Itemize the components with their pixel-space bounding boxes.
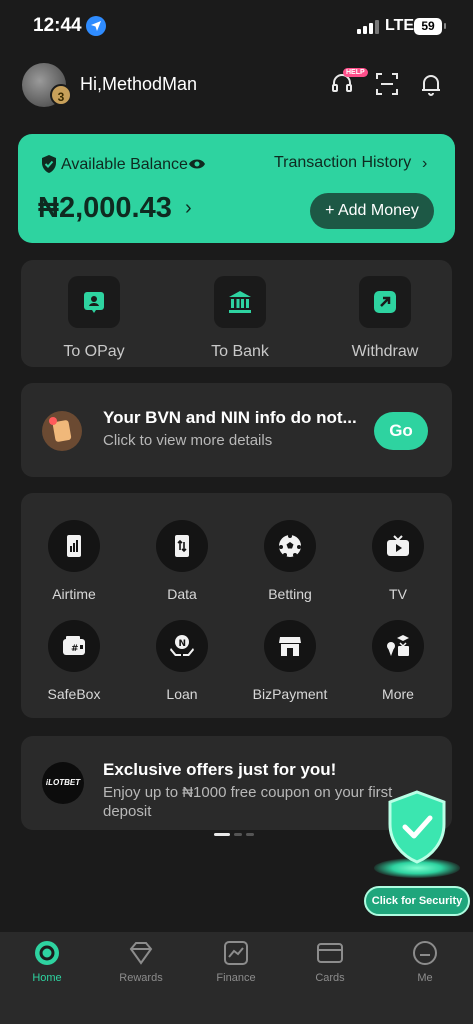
nav-label: Rewards xyxy=(119,972,163,984)
go-button[interactable]: Go xyxy=(374,412,428,450)
finance-chart-icon xyxy=(223,940,249,966)
location-arrow-icon xyxy=(86,16,106,36)
balance-amount[interactable]: ₦2,000.43 xyxy=(38,192,172,225)
more-icon xyxy=(372,620,424,672)
add-money-button[interactable]: + Add Money xyxy=(310,193,434,229)
transfer-label: To Bank xyxy=(211,343,269,360)
id-card-icon xyxy=(42,411,82,451)
nav-label: Cards xyxy=(315,972,345,984)
service-airtime[interactable]: Airtime xyxy=(24,520,124,602)
available-balance-label: Available Balance xyxy=(61,156,188,173)
transfer-panel: To OPay To Bank Withdraw xyxy=(21,260,452,367)
service-more[interactable]: More xyxy=(348,620,448,702)
bell-icon[interactable] xyxy=(420,72,442,96)
wallet-icon: # xyxy=(48,620,100,672)
battery-icon: 59 xyxy=(414,18,446,35)
carousel-dots xyxy=(214,823,258,841)
service-tv[interactable]: TV xyxy=(348,520,448,602)
eye-icon[interactable] xyxy=(188,157,206,171)
scan-icon[interactable] xyxy=(376,73,398,95)
help-badge: HELP xyxy=(343,68,368,77)
security-badge[interactable]: Click for Security xyxy=(364,790,470,918)
football-icon xyxy=(264,520,316,572)
service-label: More xyxy=(382,686,414,702)
service-label: Betting xyxy=(268,586,312,602)
svg-text:#: # xyxy=(71,644,79,654)
nav-label: Finance xyxy=(216,972,256,984)
nav-me[interactable]: Me xyxy=(390,940,460,984)
shield-check-icon xyxy=(40,154,58,174)
service-betting[interactable]: Betting xyxy=(240,520,340,602)
service-label: Loan xyxy=(166,686,198,702)
service-label: Data xyxy=(167,586,197,602)
balance-card: Available Balance Transaction History › … xyxy=(18,134,455,243)
transfer-to-bank[interactable]: To Bank xyxy=(180,276,300,361)
transfer-label: To OPay xyxy=(63,343,125,360)
service-data[interactable]: Data xyxy=(132,520,232,602)
nav-cards[interactable]: Cards xyxy=(295,940,365,984)
nav-label: Me xyxy=(417,972,433,984)
avatar-level-badge: 3 xyxy=(50,84,72,106)
transfer-to-opay[interactable]: To OPay xyxy=(34,276,154,361)
phone-icon xyxy=(48,520,100,572)
network-type: LTE xyxy=(385,17,415,34)
service-loan[interactable]: N Loan xyxy=(132,620,232,702)
click-for-security-button[interactable]: Click for Security xyxy=(364,886,470,916)
bottom-nav: Home Rewards Finance Cards Me xyxy=(0,932,473,1024)
nav-home[interactable]: Home xyxy=(12,940,82,984)
store-icon xyxy=(264,620,316,672)
nav-rewards[interactable]: Rewards xyxy=(106,940,176,984)
transaction-history-link[interactable]: Transaction History xyxy=(274,154,411,172)
service-label: BizPayment xyxy=(252,686,328,702)
promo-title: Exclusive offers just for you! xyxy=(103,760,337,779)
cellular-signal-icon xyxy=(357,20,379,34)
status-bar: 12:44 LTE 59 xyxy=(0,0,473,54)
status-time: 12:44 xyxy=(33,15,82,36)
bvn-nin-notice[interactable]: Your BVN and NIN info do not... Click to… xyxy=(21,383,452,477)
greeting-text: Hi,MethodMan xyxy=(80,74,198,94)
data-icon xyxy=(156,520,208,572)
promo-subtitle: Enjoy up to ₦1000 free coupon on your fi… xyxy=(103,784,393,820)
nav-finance[interactable]: Finance xyxy=(201,940,271,984)
tv-icon xyxy=(372,520,424,572)
service-safebox[interactable]: # SafeBox xyxy=(24,620,124,702)
withdraw-arrow-icon xyxy=(359,276,411,328)
card-icon xyxy=(317,940,343,966)
service-label: TV xyxy=(389,586,407,602)
notice-subtitle: Click to view more details xyxy=(103,432,273,449)
profile-icon xyxy=(412,940,438,966)
rewards-gem-icon xyxy=(128,940,154,966)
transfer-withdraw[interactable]: Withdraw xyxy=(325,276,445,361)
person-card-icon xyxy=(68,276,120,328)
service-label: Airtime xyxy=(52,586,96,602)
nav-label: Home xyxy=(32,972,62,984)
chevron-right-icon[interactable]: › xyxy=(185,197,192,220)
notice-title: Your BVN and NIN info do not... xyxy=(103,408,357,427)
promo-logo: iLOTBET xyxy=(42,762,84,804)
shield-check-icon xyxy=(386,790,448,864)
chevron-right-icon[interactable]: › xyxy=(422,155,427,173)
service-bizpayment[interactable]: BizPayment xyxy=(240,620,340,702)
transfer-label: Withdraw xyxy=(351,343,419,360)
home-icon xyxy=(34,940,60,966)
svg-text:N: N xyxy=(179,639,187,649)
bank-icon xyxy=(214,276,266,328)
loan-hands-icon: N xyxy=(156,620,208,672)
service-label: SafeBox xyxy=(47,686,101,702)
services-panel: Airtime Data Betting TV # SafeBox N Loan xyxy=(21,493,452,718)
